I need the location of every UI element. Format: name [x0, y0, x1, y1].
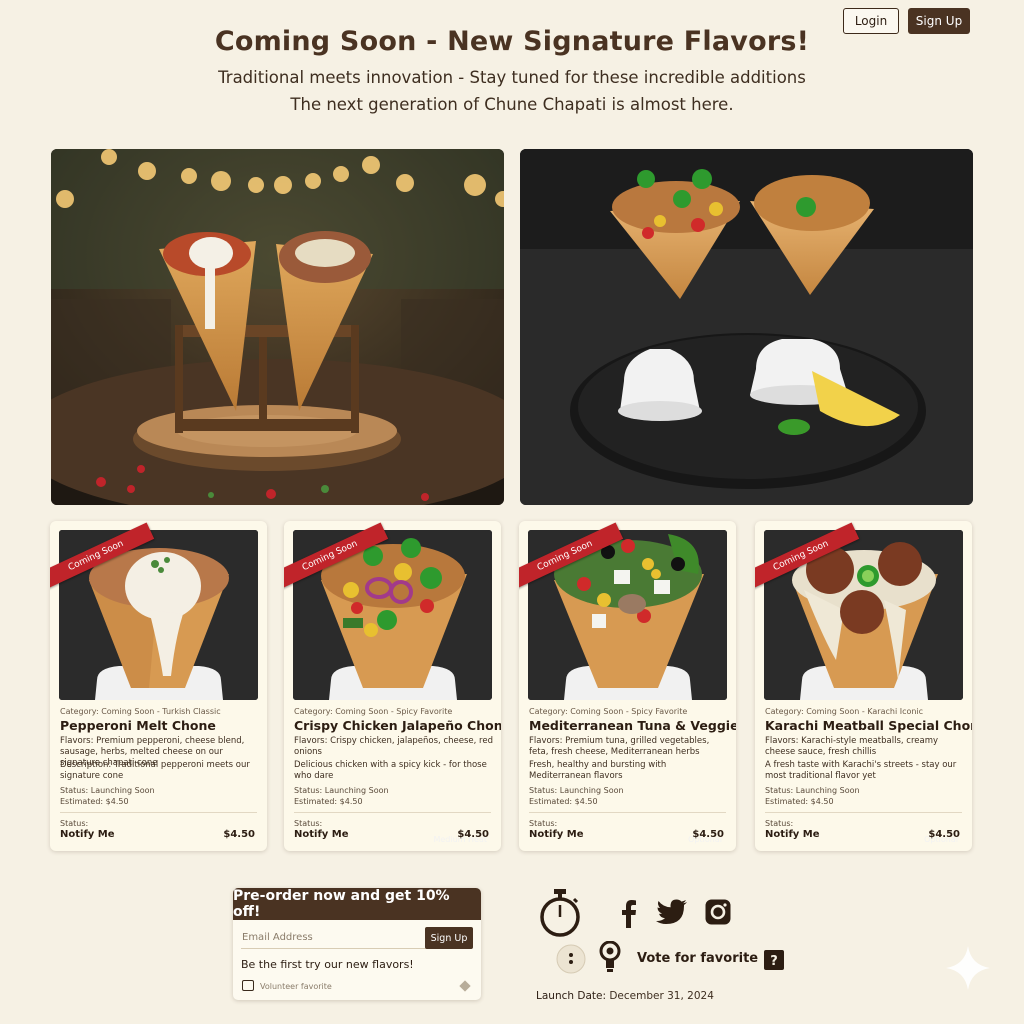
card-description: Description: Traditional pepperoni meets…: [60, 760, 250, 781]
preorder-heading: Pre-order now and get 10% off!: [233, 888, 481, 920]
preorder-tagline: Be the first try our new flavors!: [241, 958, 414, 971]
info-icon[interactable]: [556, 944, 586, 978]
card-divider: [294, 812, 491, 813]
card-title: Pepperoni Melt Chone: [60, 718, 216, 733]
product-card[interactable]: Coming Soon Optional Category: Coming So…: [519, 521, 736, 851]
svg-text:?: ?: [770, 954, 778, 969]
card-divider: [765, 812, 962, 813]
product-card[interactable]: Coming Soon Medium Heat Category: Coming…: [284, 521, 501, 851]
dropdown-icon[interactable]: [459, 980, 471, 992]
instagram-icon[interactable]: [704, 898, 732, 930]
card-price: $4.50: [928, 829, 960, 840]
card-category: Category: Coming Soon - Turkish Classic: [60, 707, 221, 716]
product-card[interactable]: Coming Soon Category: Coming Soon - Turk…: [50, 521, 267, 851]
product-card[interactable]: Coming Soon Optional Category: Coming So…: [755, 521, 972, 851]
card-title: Karachi Meatball Special Chone: [765, 718, 972, 733]
page-subtitle: Traditional meets innovation - Stay tune…: [218, 68, 806, 87]
card-status: Status: Launching Soon: [294, 786, 389, 795]
hero-image-outdoor: [51, 149, 504, 505]
twitter-icon[interactable]: [656, 898, 688, 930]
card-title: Mediterranean Tuna & Veggie Chone: [529, 718, 736, 733]
notify-me-link[interactable]: Notify Me: [294, 829, 349, 840]
card-price: $4.50: [457, 829, 489, 840]
card-description: Delicious chicken with a spicy kick - fo…: [294, 760, 487, 781]
card-price: $4.50: [223, 829, 255, 840]
card-description: Fresh, healthy and bursting with Mediter…: [529, 760, 667, 781]
launch-date-label: Launch Date:: [536, 990, 606, 1002]
card-features: Flavors: Crispy chicken, jalapeños, chee…: [294, 736, 493, 757]
card-features: Flavors: Premium tuna, grilled vegetable…: [529, 736, 710, 757]
email-field[interactable]: [241, 927, 427, 949]
notify-me-link[interactable]: Notify Me: [60, 829, 115, 840]
card-features: Flavors: Karachi-style meatballs, creamy…: [765, 736, 939, 757]
card-price: $4.50: [692, 829, 724, 840]
page-title: Coming Soon - New Signature Flavors!: [214, 26, 810, 57]
card-status-label: Status:: [529, 819, 558, 828]
card-status: Status: Launching Soon: [60, 786, 155, 795]
launch-date-value: December 31, 2024: [609, 990, 714, 1002]
card-estimate: Estimated: $4.50: [294, 797, 363, 806]
card-estimate: Estimated: $4.50: [765, 797, 834, 806]
help-icon[interactable]: ?: [764, 950, 784, 974]
card-category: Category: Coming Soon - Spicy Favorite: [529, 707, 688, 716]
launch-date: Launch Date: December 31, 2024: [536, 990, 714, 1002]
card-estimate: Estimated: $4.50: [529, 797, 598, 806]
card-status-label: Status:: [765, 819, 794, 828]
notify-me-link[interactable]: Notify Me: [765, 829, 820, 840]
lightbulb-icon[interactable]: [599, 940, 621, 979]
vote-for-favorite-link[interactable]: Vote for favorite: [637, 951, 758, 966]
preorder-panel: Pre-order now and get 10% off! Sign Up B…: [233, 888, 481, 1000]
card-status: Status: Launching Soon: [765, 786, 860, 795]
card-estimate: Estimated: $4.50: [60, 797, 129, 806]
volunteer-checkbox[interactable]: [242, 980, 254, 991]
card-divider: [529, 812, 726, 813]
card-divider: [60, 812, 257, 813]
volunteer-label: Volunteer favorite: [260, 982, 332, 991]
stopwatch-icon[interactable]: [538, 888, 582, 942]
card-status: Status: Launching Soon: [529, 786, 624, 795]
card-description: A fresh taste with Karachi's streets - s…: [765, 760, 957, 781]
preorder-signup-button[interactable]: Sign Up: [425, 927, 473, 949]
hero-image-slate: [520, 149, 973, 505]
card-status-label: Status:: [60, 819, 89, 828]
card-title: Crispy Chicken Jalapeño Chone: [294, 718, 501, 733]
sparkle-icon: [944, 944, 992, 996]
notify-me-link[interactable]: Notify Me: [529, 829, 584, 840]
page-tagline: The next generation of Chune Chapati is …: [290, 95, 734, 114]
facebook-icon[interactable]: [618, 898, 640, 932]
card-category: Category: Coming Soon - Karachi Iconic: [765, 707, 924, 716]
card-category: Category: Coming Soon - Spicy Favorite: [294, 707, 453, 716]
card-status-label: Status:: [294, 819, 323, 828]
